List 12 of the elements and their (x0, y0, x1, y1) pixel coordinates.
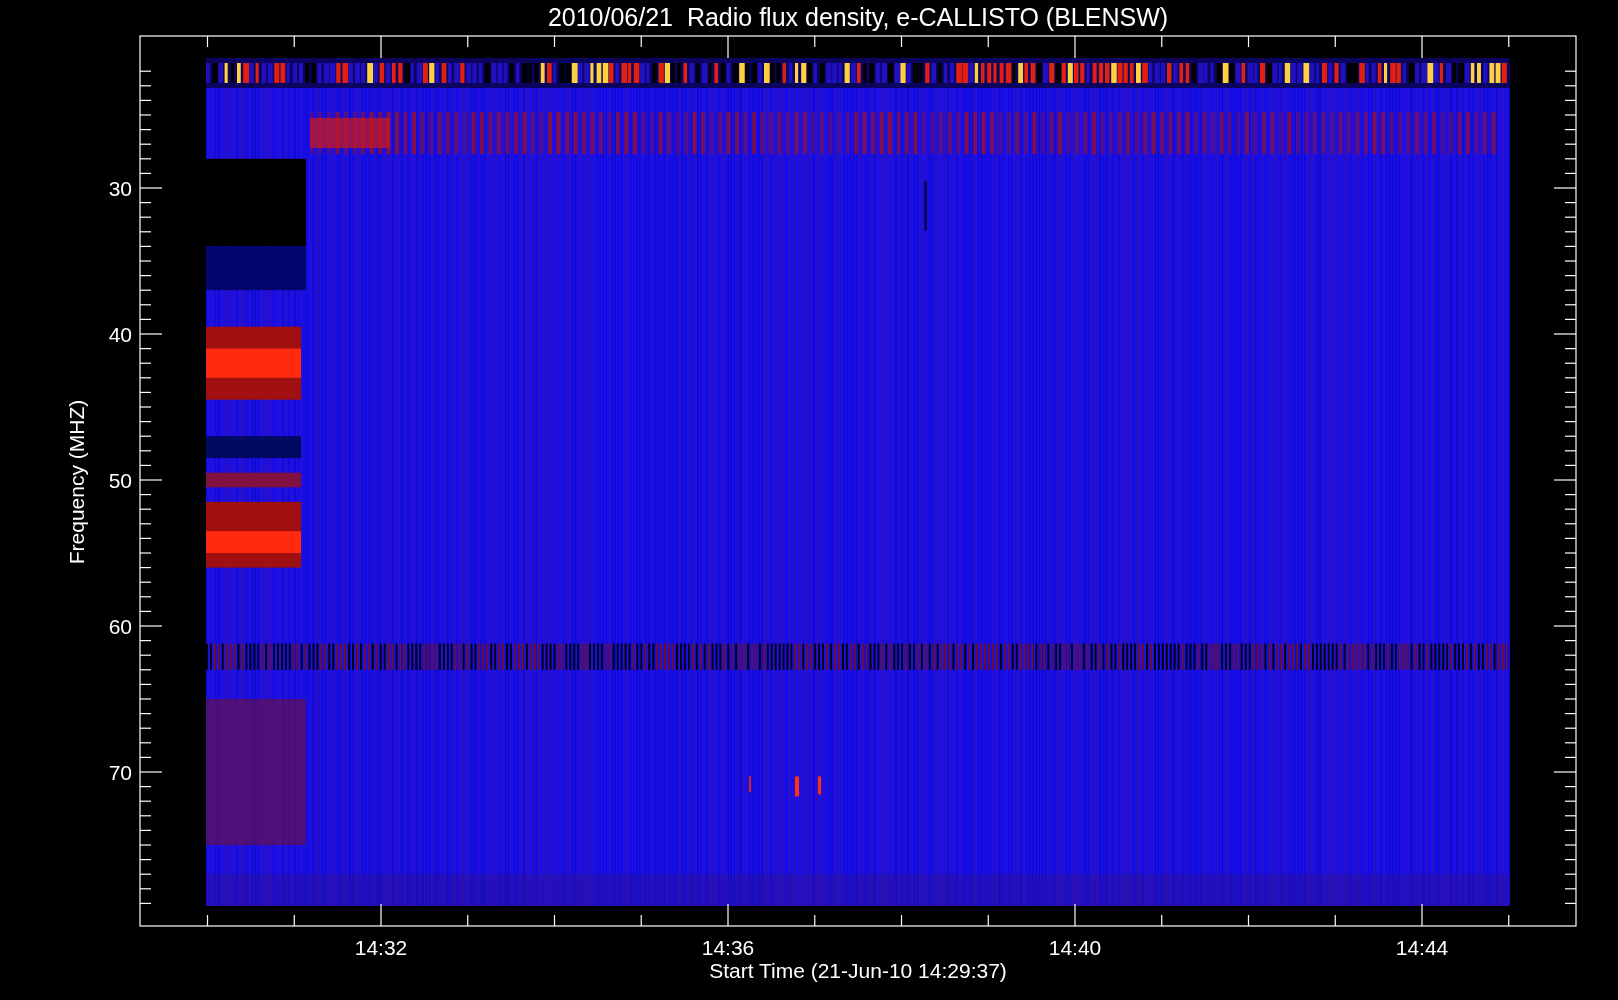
y-axis-title: Frequency (MHZ) (65, 399, 88, 565)
y-tick-label: 40 (108, 323, 132, 346)
y-tick-label: 50 (108, 469, 132, 492)
y-tick-label: 70 (108, 761, 132, 784)
x-tick-label: 14:40 (1048, 936, 1102, 959)
x-tick-label: 14:36 (701, 936, 755, 959)
x-tick-label: 14:44 (1395, 936, 1449, 959)
x-axis-title: Start Time (21-Jun-10 14:29:37) (709, 959, 1007, 982)
x-tick-label: 14:32 (354, 936, 408, 959)
y-tick-label: 30 (108, 177, 132, 200)
chart-title: 2010/06/21 Radio flux density, e-CALLISTO (BLENSW) (547, 3, 1169, 31)
y-tick-label: 60 (108, 615, 132, 638)
